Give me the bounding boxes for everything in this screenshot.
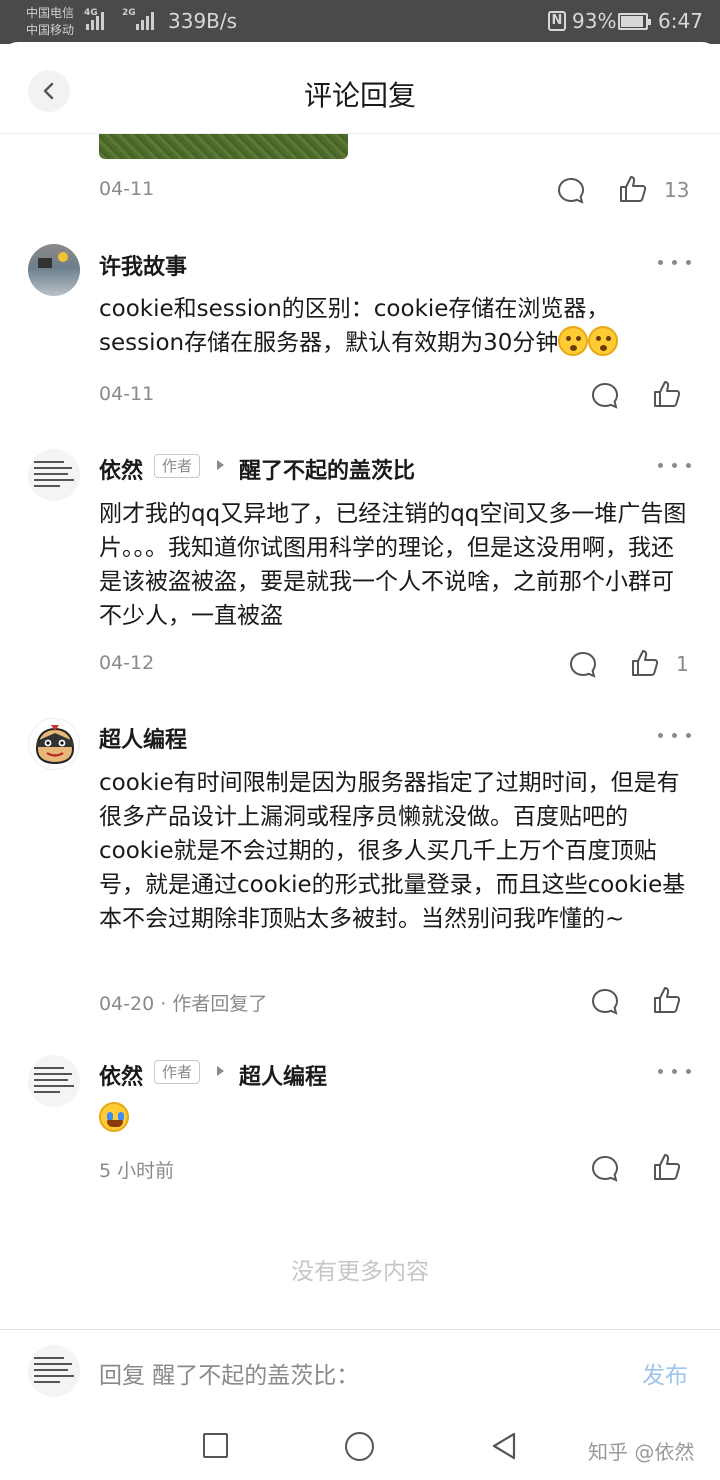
network-speed: 339B/s [168, 9, 238, 33]
comment-text: 刚才我的qq又异地了，已经注销的qq空间又多一堆广告图片。。。我知道你试图用科学… [99, 501, 687, 629]
nfc-icon: N [548, 11, 566, 31]
comment-icon[interactable] [568, 650, 598, 680]
publish-button[interactable]: 发布 [642, 1356, 688, 1390]
avatar[interactable] [28, 718, 80, 770]
page-title: 评论回复 [303, 79, 416, 112]
like-icon[interactable] [652, 379, 682, 409]
like-count: 1 [676, 652, 689, 676]
no-more-content: 没有更多内容 [291, 1259, 429, 1285]
avatar[interactable] [28, 449, 80, 501]
avatar [28, 1345, 80, 1397]
ninja-avatar-icon [35, 725, 75, 765]
more-options-icon[interactable] [656, 732, 692, 740]
like-icon[interactable] [652, 985, 682, 1015]
like-icon[interactable] [618, 174, 648, 204]
reply-target[interactable]: 超人编程 [239, 1059, 327, 1091]
shocked-emoji [558, 326, 589, 356]
more-options-icon[interactable] [656, 1068, 692, 1076]
comment-text: cookie有时间限制是因为服务器指定了过期时间，但是有很多产品设计上漏洞或程序… [99, 770, 686, 932]
comment-author[interactable]: 依然 [99, 453, 143, 485]
author-badge: 作者 [154, 1060, 201, 1084]
comment-author[interactable]: 依然 [99, 1059, 143, 1091]
battery-icon [618, 13, 651, 30]
author-badge: 作者 [154, 454, 201, 478]
recent-apps-button[interactable] [203, 1433, 228, 1458]
header: 评论回复 [0, 42, 720, 134]
shocked-emoji [588, 326, 619, 356]
comment-icon[interactable] [556, 176, 586, 206]
system-nav-bar: 知乎 @依然 [0, 1412, 720, 1480]
reply-arrow-icon [217, 1066, 224, 1076]
comment-text: cookie和session的区别：cookie存储在浏览器，session存储… [99, 292, 689, 360]
comment-date: 04-11 [99, 383, 155, 405]
comment-author[interactable]: 许我故事 [99, 249, 187, 281]
carrier-2: 中国移动 [26, 23, 75, 37]
carrier-labels: 中国电信 中国移动 [26, 5, 74, 39]
home-button[interactable] [345, 1432, 374, 1461]
comment-date: 04-12 [99, 652, 155, 674]
signal-2g-icon: 2G [122, 8, 154, 30]
like-icon[interactable] [652, 1152, 682, 1182]
more-options-icon[interactable] [656, 462, 692, 470]
comment-date: 5 小时前 [99, 1160, 175, 1182]
comment-date: 04-20 · 作者回复了 [99, 993, 268, 1015]
comment-text [99, 1102, 689, 1136]
like-icon[interactable] [630, 648, 660, 678]
avatar[interactable] [28, 1055, 80, 1107]
reply-target[interactable]: 醒了不起的盖茨比 [239, 453, 415, 485]
comment-author[interactable]: 超人编程 [99, 722, 187, 754]
comment-date: 04-11 [99, 178, 155, 200]
status-bar: 中国电信 中国移动 4G 2G 339B/s N 93% 6:47 [0, 0, 720, 44]
comment-icon[interactable] [590, 987, 620, 1017]
reply-composer: 回复 醒了不起的盖茨比： 发布 [0, 1329, 720, 1411]
like-count: 13 [664, 178, 690, 202]
comment-icon[interactable] [590, 1154, 620, 1184]
more-options-icon[interactable] [656, 259, 692, 267]
battery-percent: 93% [572, 9, 617, 33]
signal-4g-icon: 4G [84, 8, 104, 30]
comment-icon[interactable] [590, 381, 620, 411]
back-triangle-icon[interactable] [490, 1431, 518, 1461]
carrier-1: 中国电信 [26, 6, 75, 20]
comment-image[interactable] [99, 134, 348, 159]
reply-input[interactable]: 回复 醒了不起的盖茨比： [99, 1356, 359, 1390]
avatar[interactable] [28, 244, 80, 296]
watermark: 知乎 @依然 [588, 1440, 695, 1464]
comment-reply-sheet: 评论回复 04-11 13 许我故事 cookie和session的区别：coo… [0, 42, 720, 1480]
clock: 6:47 [658, 9, 703, 33]
reply-arrow-icon [217, 460, 224, 470]
crying-laughing-emoji [99, 1102, 129, 1132]
